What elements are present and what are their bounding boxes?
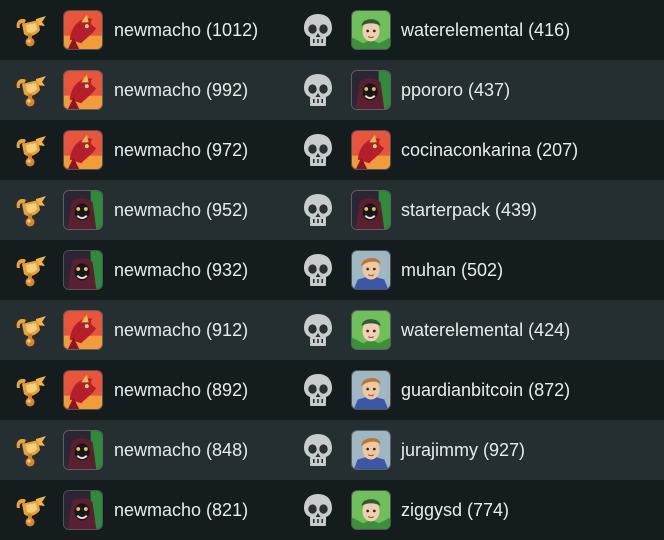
winner-avatar[interactable]	[63, 70, 103, 110]
trophy-icon	[12, 252, 48, 288]
trophy-icon	[12, 12, 48, 48]
skull-icon	[302, 252, 334, 288]
loser-name[interactable]: jurajimmy (927)	[401, 439, 525, 461]
trophy-icon	[12, 72, 48, 108]
battle-row[interactable]: newmacho (912) waterelemental (424)	[0, 300, 664, 360]
winner-name[interactable]: newmacho (821)	[114, 499, 248, 521]
loser-avatar[interactable]	[351, 10, 391, 50]
battle-history-list: newmacho (1012) waterelemental (416) new…	[0, 0, 664, 540]
battle-row[interactable]: newmacho (848) jurajimmy (927)	[0, 420, 664, 480]
loser-name[interactable]: ppororo (437)	[401, 79, 510, 101]
loser-avatar[interactable]	[351, 310, 391, 350]
loser-avatar[interactable]	[351, 430, 391, 470]
trophy-icon	[12, 192, 48, 228]
loser-avatar[interactable]	[351, 190, 391, 230]
skull-icon	[302, 432, 334, 468]
loser-avatar[interactable]	[351, 490, 391, 530]
loser-avatar[interactable]	[351, 70, 391, 110]
winner-name[interactable]: newmacho (992)	[114, 79, 248, 101]
battle-row[interactable]: newmacho (992) ppororo (437)	[0, 60, 664, 120]
battle-row[interactable]: newmacho (1012) waterelemental (416)	[0, 0, 664, 60]
winner-name[interactable]: newmacho (952)	[114, 199, 248, 221]
winner-avatar[interactable]	[63, 370, 103, 410]
loser-name[interactable]: guardianbitcoin (872)	[401, 379, 570, 401]
loser-avatar[interactable]	[351, 250, 391, 290]
trophy-icon	[12, 432, 48, 468]
trophy-icon	[12, 372, 48, 408]
battle-row[interactable]: newmacho (972) cocinaconkarina (207)	[0, 120, 664, 180]
skull-icon	[302, 132, 334, 168]
loser-name[interactable]: muhan (502)	[401, 259, 503, 281]
winner-name[interactable]: newmacho (1012)	[114, 19, 258, 41]
skull-icon	[302, 72, 334, 108]
winner-name[interactable]: newmacho (892)	[114, 379, 248, 401]
winner-name[interactable]: newmacho (912)	[114, 319, 248, 341]
battle-row[interactable]: newmacho (932) muhan (502)	[0, 240, 664, 300]
trophy-icon	[12, 312, 48, 348]
loser-avatar[interactable]	[351, 130, 391, 170]
battle-row[interactable]: newmacho (892) guardianbitcoin (872)	[0, 360, 664, 420]
loser-name[interactable]: waterelemental (424)	[401, 319, 570, 341]
winner-avatar[interactable]	[63, 10, 103, 50]
loser-name[interactable]: cocinaconkarina (207)	[401, 139, 578, 161]
winner-avatar[interactable]	[63, 250, 103, 290]
battle-row[interactable]: newmacho (952) starterpack (439)	[0, 180, 664, 240]
loser-name[interactable]: waterelemental (416)	[401, 19, 570, 41]
skull-icon	[302, 492, 334, 528]
skull-icon	[302, 12, 334, 48]
skull-icon	[302, 312, 334, 348]
loser-name[interactable]: ziggysd (774)	[401, 499, 509, 521]
trophy-icon	[12, 492, 48, 528]
winner-avatar[interactable]	[63, 490, 103, 530]
winner-name[interactable]: newmacho (972)	[114, 139, 248, 161]
skull-icon	[302, 192, 334, 228]
trophy-icon	[12, 132, 48, 168]
skull-icon	[302, 372, 334, 408]
winner-avatar[interactable]	[63, 310, 103, 350]
loser-name[interactable]: starterpack (439)	[401, 199, 537, 221]
winner-name[interactable]: newmacho (932)	[114, 259, 248, 281]
winner-avatar[interactable]	[63, 130, 103, 170]
winner-avatar[interactable]	[63, 430, 103, 470]
winner-avatar[interactable]	[63, 190, 103, 230]
loser-avatar[interactable]	[351, 370, 391, 410]
battle-row[interactable]: newmacho (821) ziggysd (774)	[0, 480, 664, 540]
winner-name[interactable]: newmacho (848)	[114, 439, 248, 461]
